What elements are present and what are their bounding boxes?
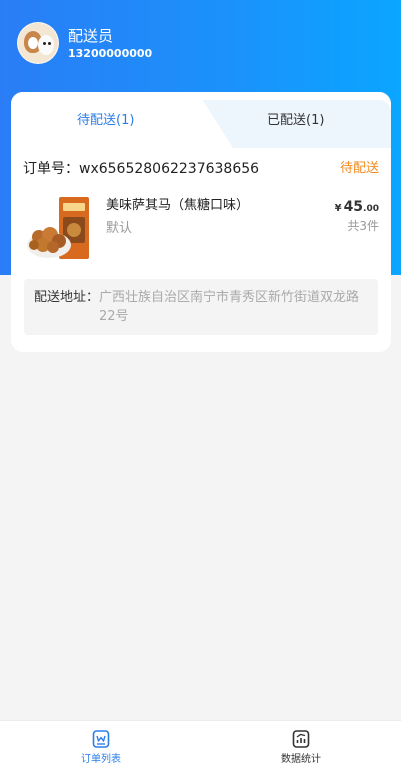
- price-decimal: .00: [363, 204, 379, 214]
- price-currency: ¥: [334, 203, 342, 214]
- order-tabs: 待配送(1) 已配送(1): [11, 92, 391, 148]
- product-name: 美味萨其马（焦糖口味）: [106, 198, 250, 213]
- product-quantity: 共3件: [347, 219, 379, 233]
- avatar: [17, 22, 59, 64]
- product-item[interactable]: 美味萨其马（焦糖口味） 默认 ¥45.00 共3件: [23, 193, 379, 263]
- product-spec: 默认: [106, 221, 133, 236]
- nav-statistics[interactable]: 数据统计: [261, 729, 341, 767]
- nav-statistics-label: 数据统计: [281, 754, 321, 765]
- order-status-badge: 待配送: [339, 161, 379, 176]
- tab-pending[interactable]: 待配送(1): [77, 110, 134, 132]
- order-card: 待配送(1) 已配送(1) 订单号：wx656528062237638656 待…: [11, 92, 391, 352]
- product-thumbnail: [27, 197, 89, 259]
- avatar-puppy-icon: [38, 35, 54, 55]
- order-number: 订单号：wx656528062237638656: [23, 161, 260, 177]
- address-label: 配送地址：: [34, 290, 100, 305]
- product-price: ¥45.00: [335, 196, 379, 215]
- user-phone: 13200000000: [68, 46, 153, 60]
- user-name: 配送员: [68, 26, 114, 45]
- statistics-icon: [292, 730, 310, 748]
- price-integer: 45: [343, 199, 364, 215]
- tab-delivered[interactable]: 已配送(1): [267, 110, 324, 132]
- bottom-nav: 订单列表 数据统计: [0, 720, 401, 772]
- user-profile: 配送员 13200000000: [17, 22, 152, 64]
- nav-order-list[interactable]: 订单列表: [61, 729, 141, 767]
- delivery-address: 配送地址： 广西壮族自治区南宁市青秀区新竹街道双龙路22号: [24, 279, 378, 335]
- user-info: 配送员 13200000000: [68, 26, 152, 61]
- order-list-icon: [92, 730, 110, 748]
- order-header: 订单号：wx656528062237638656 待配送: [23, 159, 379, 179]
- address-value: 广西壮族自治区南宁市青秀区新竹街道双龙路22号: [99, 290, 360, 324]
- nav-order-list-label: 订单列表: [81, 754, 121, 765]
